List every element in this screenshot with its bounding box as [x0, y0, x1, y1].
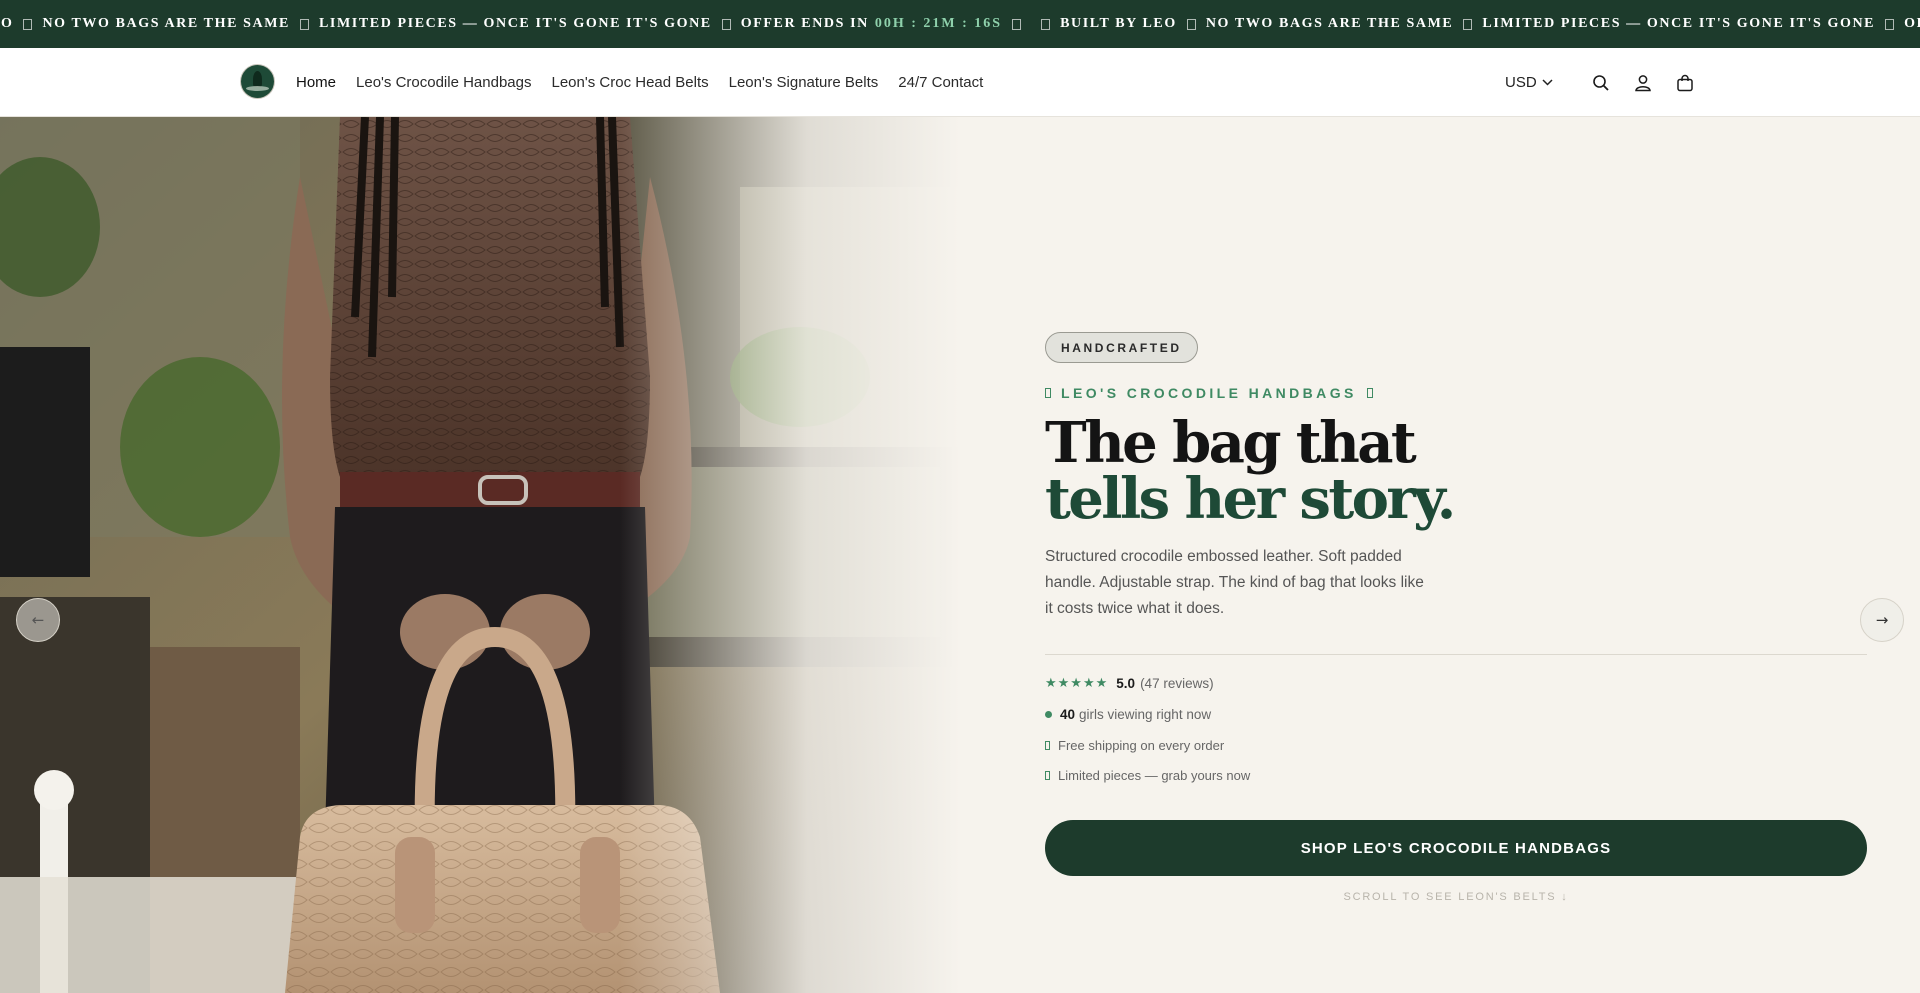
perk-shipping-text: Free shipping on every order: [1058, 738, 1225, 753]
perk-glyph-icon: [1045, 771, 1050, 780]
arrow-right-icon: →: [1875, 611, 1889, 629]
ticker-segment: LIMITED PIECES — ONCE IT'S GONE IT'S GON…: [319, 16, 741, 32]
eyebrow-glyph-right-icon: [1366, 388, 1373, 398]
star-rating-icon: ★★★★★: [1045, 676, 1109, 691]
ticker-separator-icon: [1186, 18, 1196, 30]
hero-photo-fade: [620, 117, 960, 993]
shop-handbags-button[interactable]: SHOP LEO'S CROCODILE HANDBAGS: [1045, 820, 1867, 876]
ticker-separator-icon: [1463, 18, 1473, 30]
perk-limited: Limited pieces — grab yours now: [1045, 768, 1250, 783]
arrow-left-icon: ←: [31, 611, 45, 629]
collection-eyebrow: LEO'S CROCODILE HANDBAGS: [1045, 385, 1373, 401]
handcrafted-badge: HANDCRAFTED: [1045, 332, 1198, 363]
rating-row: ★★★★★ 5.0 (47 reviews): [1045, 676, 1214, 691]
ticker-text: OFFER ENDS IN: [1904, 16, 1920, 31]
perk-limited-text: Limited pieces — grab yours now: [1058, 768, 1251, 783]
ticker-text: OFFER ENDS IN: [740, 16, 869, 31]
ticker-text: LIMITED PIECES — ONCE IT'S GONE IT'S GON…: [1482, 16, 1876, 31]
live-dot-icon: [1045, 711, 1052, 718]
headline-line-1: The bag that: [1045, 410, 1417, 476]
ticker-text: NO TWO BAGS ARE THE SAME: [1205, 16, 1454, 31]
ticker-text: NO TWO BAGS ARE THE SAME: [42, 16, 290, 31]
cart-icon[interactable]: [1673, 71, 1697, 95]
ticker-segment: OFFER ENDS IN 00H : 21M : 16S: [741, 16, 1031, 32]
account-icon[interactable]: [1631, 71, 1655, 95]
ticker-segment: EO: [0, 16, 42, 32]
review-count: (47 reviews): [1140, 676, 1214, 691]
ticker-segment: NO TWO BAGS ARE THE SAME: [1206, 16, 1483, 32]
ticker-text: EO: [0, 16, 14, 31]
logo-tree-shape: [253, 71, 262, 87]
ticker-text: BUILT BY LEO: [1060, 16, 1177, 31]
nav-croc-head-belts[interactable]: Leon's Croc Head Belts: [552, 74, 709, 91]
ticker-segment: OFFER ENDS IN: [1904, 16, 1920, 32]
eyebrow-text: LEO'S CROCODILE HANDBAGS: [1061, 385, 1357, 401]
hero-headline: The bag that tells her story.: [1045, 410, 1456, 532]
ticker-separator-icon: [299, 18, 309, 30]
ticker-segment: BUILT BY LEO: [1060, 16, 1206, 32]
ticker-segment: LIMITED PIECES — ONCE IT'S GONE IT'S GON…: [1482, 16, 1904, 32]
announcement-ticker: EO NO TWO BAGS ARE THE SAME LIMITED PIECES…: [0, 0, 1920, 48]
nav-crocodile-handbags[interactable]: Leo's Crocodile Handbags: [356, 74, 531, 91]
hero-section: ← → HANDCRAFTED LEO'S CROCODILE HANDBAGS…: [0, 117, 1920, 993]
ticker-separator-icon: [721, 18, 731, 30]
rating-score: 5.0: [1116, 676, 1136, 691]
countdown-timer: 00H : 21M : 16S: [874, 16, 1003, 31]
ticker-segment: [1031, 18, 1060, 30]
hero-divider: [1045, 654, 1867, 655]
ticker-separator-icon: [1041, 18, 1051, 30]
ticker-track: EO NO TWO BAGS ARE THE SAME LIMITED PIECES…: [0, 0, 1920, 48]
viewer-count: 40: [1060, 707, 1076, 722]
site-header: Home Leo's Crocodile Handbags Leon's Cro…: [0, 48, 1920, 117]
headline-line-2: tells her story.: [1045, 466, 1456, 532]
header-tools: USD: [1505, 48, 1697, 117]
nav-contact[interactable]: 24/7 Contact: [898, 74, 983, 91]
hero-description: Structured crocodile embossed leather. S…: [1045, 548, 1424, 617]
logo-ring-shape: [246, 86, 269, 91]
ticker-segment: NO TWO BAGS ARE THE SAME: [42, 16, 319, 32]
scroll-hint[interactable]: SCROLL TO SEE LEON'S BELTS ↓: [1045, 891, 1867, 903]
ticker-text: LIMITED PIECES — ONCE IT'S GONE IT'S GON…: [318, 16, 712, 31]
eyebrow-glyph-left-icon: [1045, 388, 1051, 398]
chevron-down-icon: [1542, 79, 1553, 86]
search-icon[interactable]: [1589, 71, 1613, 95]
viewer-text: girls viewing right now: [1079, 707, 1212, 722]
carousel-prev-button[interactable]: ←: [16, 598, 60, 642]
main-nav: Home Leo's Crocodile Handbags Leon's Cro…: [296, 48, 1003, 117]
perk-glyph-icon: [1045, 741, 1050, 750]
currency-label: USD: [1505, 74, 1537, 91]
ticker-separator-icon: [1885, 18, 1895, 30]
brand-logo-tree-icon[interactable]: [241, 65, 274, 98]
currency-selector[interactable]: USD: [1505, 74, 1553, 91]
carousel-next-button[interactable]: →: [1860, 598, 1904, 642]
nav-home[interactable]: Home: [296, 74, 336, 91]
ticker-separator-icon: [23, 18, 33, 30]
perk-shipping: Free shipping on every order: [1045, 738, 1224, 753]
ticker-separator-icon: [1012, 18, 1022, 30]
live-viewers: 40 girls viewing right now: [1045, 707, 1211, 722]
nav-signature-belts[interactable]: Leon's Signature Belts: [729, 74, 879, 91]
